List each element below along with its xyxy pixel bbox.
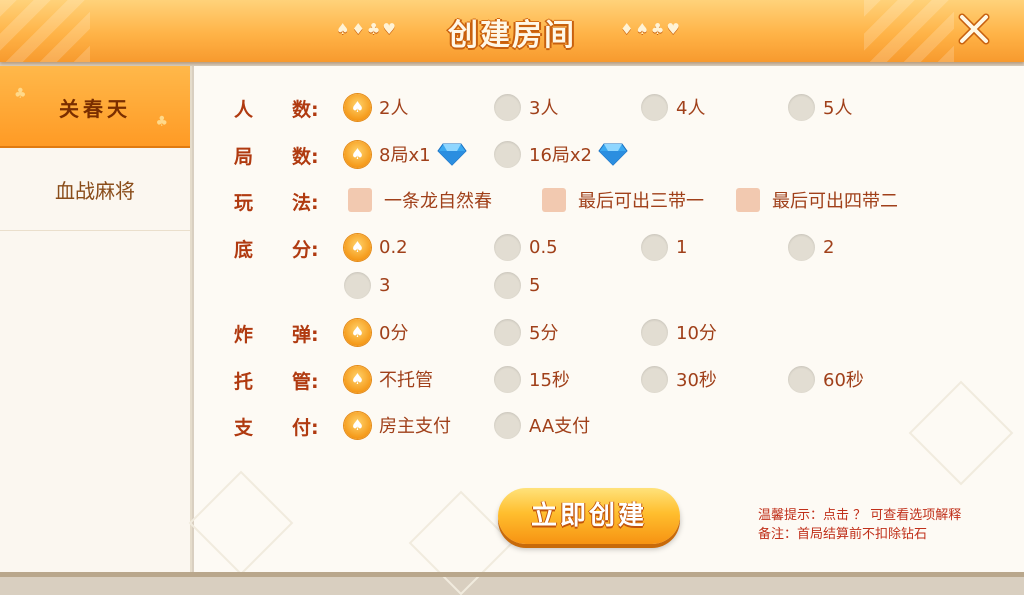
page-title: 创建房间 xyxy=(448,18,576,53)
bomb-row: 炸弹: 0分 5分 10分 xyxy=(194,316,1024,350)
radio-selected-icon xyxy=(344,365,371,393)
tip-line: 温馨提示：点击 ？ 可查看选项解释 xyxy=(758,508,962,523)
rules-option-sidaier[interactable]: 最后可出四带二 xyxy=(736,184,898,216)
players-row: 人数: 2人 3人 4人 5人 xyxy=(194,91,1024,125)
players-option-2[interactable]: 2人 xyxy=(344,91,408,123)
base-option-5[interactable]: 5 xyxy=(494,269,540,301)
close-button[interactable] xyxy=(954,9,994,49)
radio-selected-icon xyxy=(344,93,371,121)
radio-icon xyxy=(494,411,521,439)
trustee-row: 托管: 不托管 15秒 30秒 60秒 xyxy=(194,363,1024,397)
players-option-4[interactable]: 4人 xyxy=(641,91,705,123)
trustee-option-none[interactable]: 不托管 xyxy=(344,363,433,395)
bottom-strip xyxy=(0,572,1024,577)
radio-icon xyxy=(494,93,521,121)
create-room-button[interactable]: 立即创建 xyxy=(498,488,680,544)
radio-selected-icon xyxy=(344,140,371,168)
payment-option-aa[interactable]: AA支付 xyxy=(494,409,590,441)
sidebar-tab-xuezhanmajiang[interactable]: 血战麻将 xyxy=(0,148,190,231)
base-score-row-2: 3 5 xyxy=(194,269,1024,303)
players-option-3[interactable]: 3人 xyxy=(494,91,558,123)
base-option-3[interactable]: 3 xyxy=(344,269,390,301)
club-deco-icon: ♣ xyxy=(14,86,31,102)
base-option-0.2[interactable]: 0.2 xyxy=(344,231,408,263)
radio-icon xyxy=(641,318,668,346)
bomb-option-10[interactable]: 10分 xyxy=(641,316,717,348)
payment-row: 支付: 房主支付 AA支付 xyxy=(194,409,1024,443)
suit-deco-right: ♦♠♣♥ xyxy=(620,20,682,38)
rounds-option-8[interactable]: 8局x1 xyxy=(344,138,467,170)
sidebar-tab-label: 血战麻将 xyxy=(55,178,135,203)
radio-icon xyxy=(494,271,521,299)
radio-icon xyxy=(788,93,815,121)
radio-icon xyxy=(641,365,668,393)
diamond-icon xyxy=(598,143,628,166)
radio-icon xyxy=(494,365,521,393)
radio-icon xyxy=(788,365,815,393)
radio-icon xyxy=(344,271,371,299)
rounds-row: 局数: 8局x1 16局x2 xyxy=(194,138,1024,172)
radio-icon xyxy=(494,233,521,261)
base-option-2[interactable]: 2 xyxy=(788,231,834,263)
trustee-label: 托管: xyxy=(234,371,319,393)
sidebar-tab-label: 关春天 xyxy=(59,96,131,121)
checkbox-icon xyxy=(348,188,372,212)
payment-option-owner[interactable]: 房主支付 xyxy=(344,409,451,441)
rules-option-yitiaolong[interactable]: 一条龙自然春 xyxy=(348,184,492,216)
trustee-option-15s[interactable]: 15秒 xyxy=(494,363,570,395)
checkbox-icon xyxy=(736,188,760,212)
rules-label: 玩法: xyxy=(234,192,319,214)
diamond-icon xyxy=(436,143,467,166)
remark-line: 备注：首局结算前不扣除钻石 xyxy=(758,527,928,542)
trustee-option-30s[interactable]: 30秒 xyxy=(641,363,717,395)
tips-notes: 温馨提示：点击 ？ 可查看选项解释 备注：首局结算前不扣除钻石 xyxy=(758,506,961,544)
radio-icon xyxy=(494,140,521,168)
radio-icon xyxy=(641,233,668,261)
payment-label: 支付: xyxy=(234,417,319,439)
bomb-label: 炸弹: xyxy=(234,324,319,346)
game-type-sidebar: ♣ 关春天 ♣ 血战麻将 xyxy=(0,66,192,577)
rules-option-sandaiyi[interactable]: 最后可出三带一 xyxy=(542,184,704,216)
base-option-1[interactable]: 1 xyxy=(641,231,687,263)
radio-selected-icon xyxy=(344,411,371,439)
background-deco xyxy=(408,490,514,595)
rounds-label: 局数: xyxy=(234,146,319,168)
club-deco-icon: ♣ xyxy=(155,114,172,130)
base-score-row: 底分: 0.2 0.5 1 2 xyxy=(194,231,1024,265)
bomb-option-5[interactable]: 5分 xyxy=(494,316,558,348)
radio-icon xyxy=(494,318,521,346)
header-bar: ♠♦♣♥ 创建房间 ♦♠♣♥ xyxy=(0,0,1024,62)
rounds-option-16[interactable]: 16局x2 xyxy=(494,138,628,170)
bomb-option-0[interactable]: 0分 xyxy=(344,316,408,348)
close-icon xyxy=(958,13,990,45)
radio-selected-icon xyxy=(344,318,371,346)
background-deco xyxy=(188,470,294,576)
players-label: 人数: xyxy=(234,99,319,121)
radio-selected-icon xyxy=(344,233,371,261)
radio-icon xyxy=(788,233,815,261)
checkbox-icon xyxy=(542,188,566,212)
rules-row: 玩法: 一条龙自然春 最后可出三带一 最后可出四带二 xyxy=(194,184,1024,218)
radio-icon xyxy=(641,93,668,121)
base-option-0.5[interactable]: 0.5 xyxy=(494,231,558,263)
base-score-label: 底分: xyxy=(234,239,319,261)
sidebar-tab-guanchuntian[interactable]: ♣ 关春天 ♣ xyxy=(0,66,190,148)
players-option-5[interactable]: 5人 xyxy=(788,91,852,123)
trustee-option-60s[interactable]: 60秒 xyxy=(788,363,864,395)
